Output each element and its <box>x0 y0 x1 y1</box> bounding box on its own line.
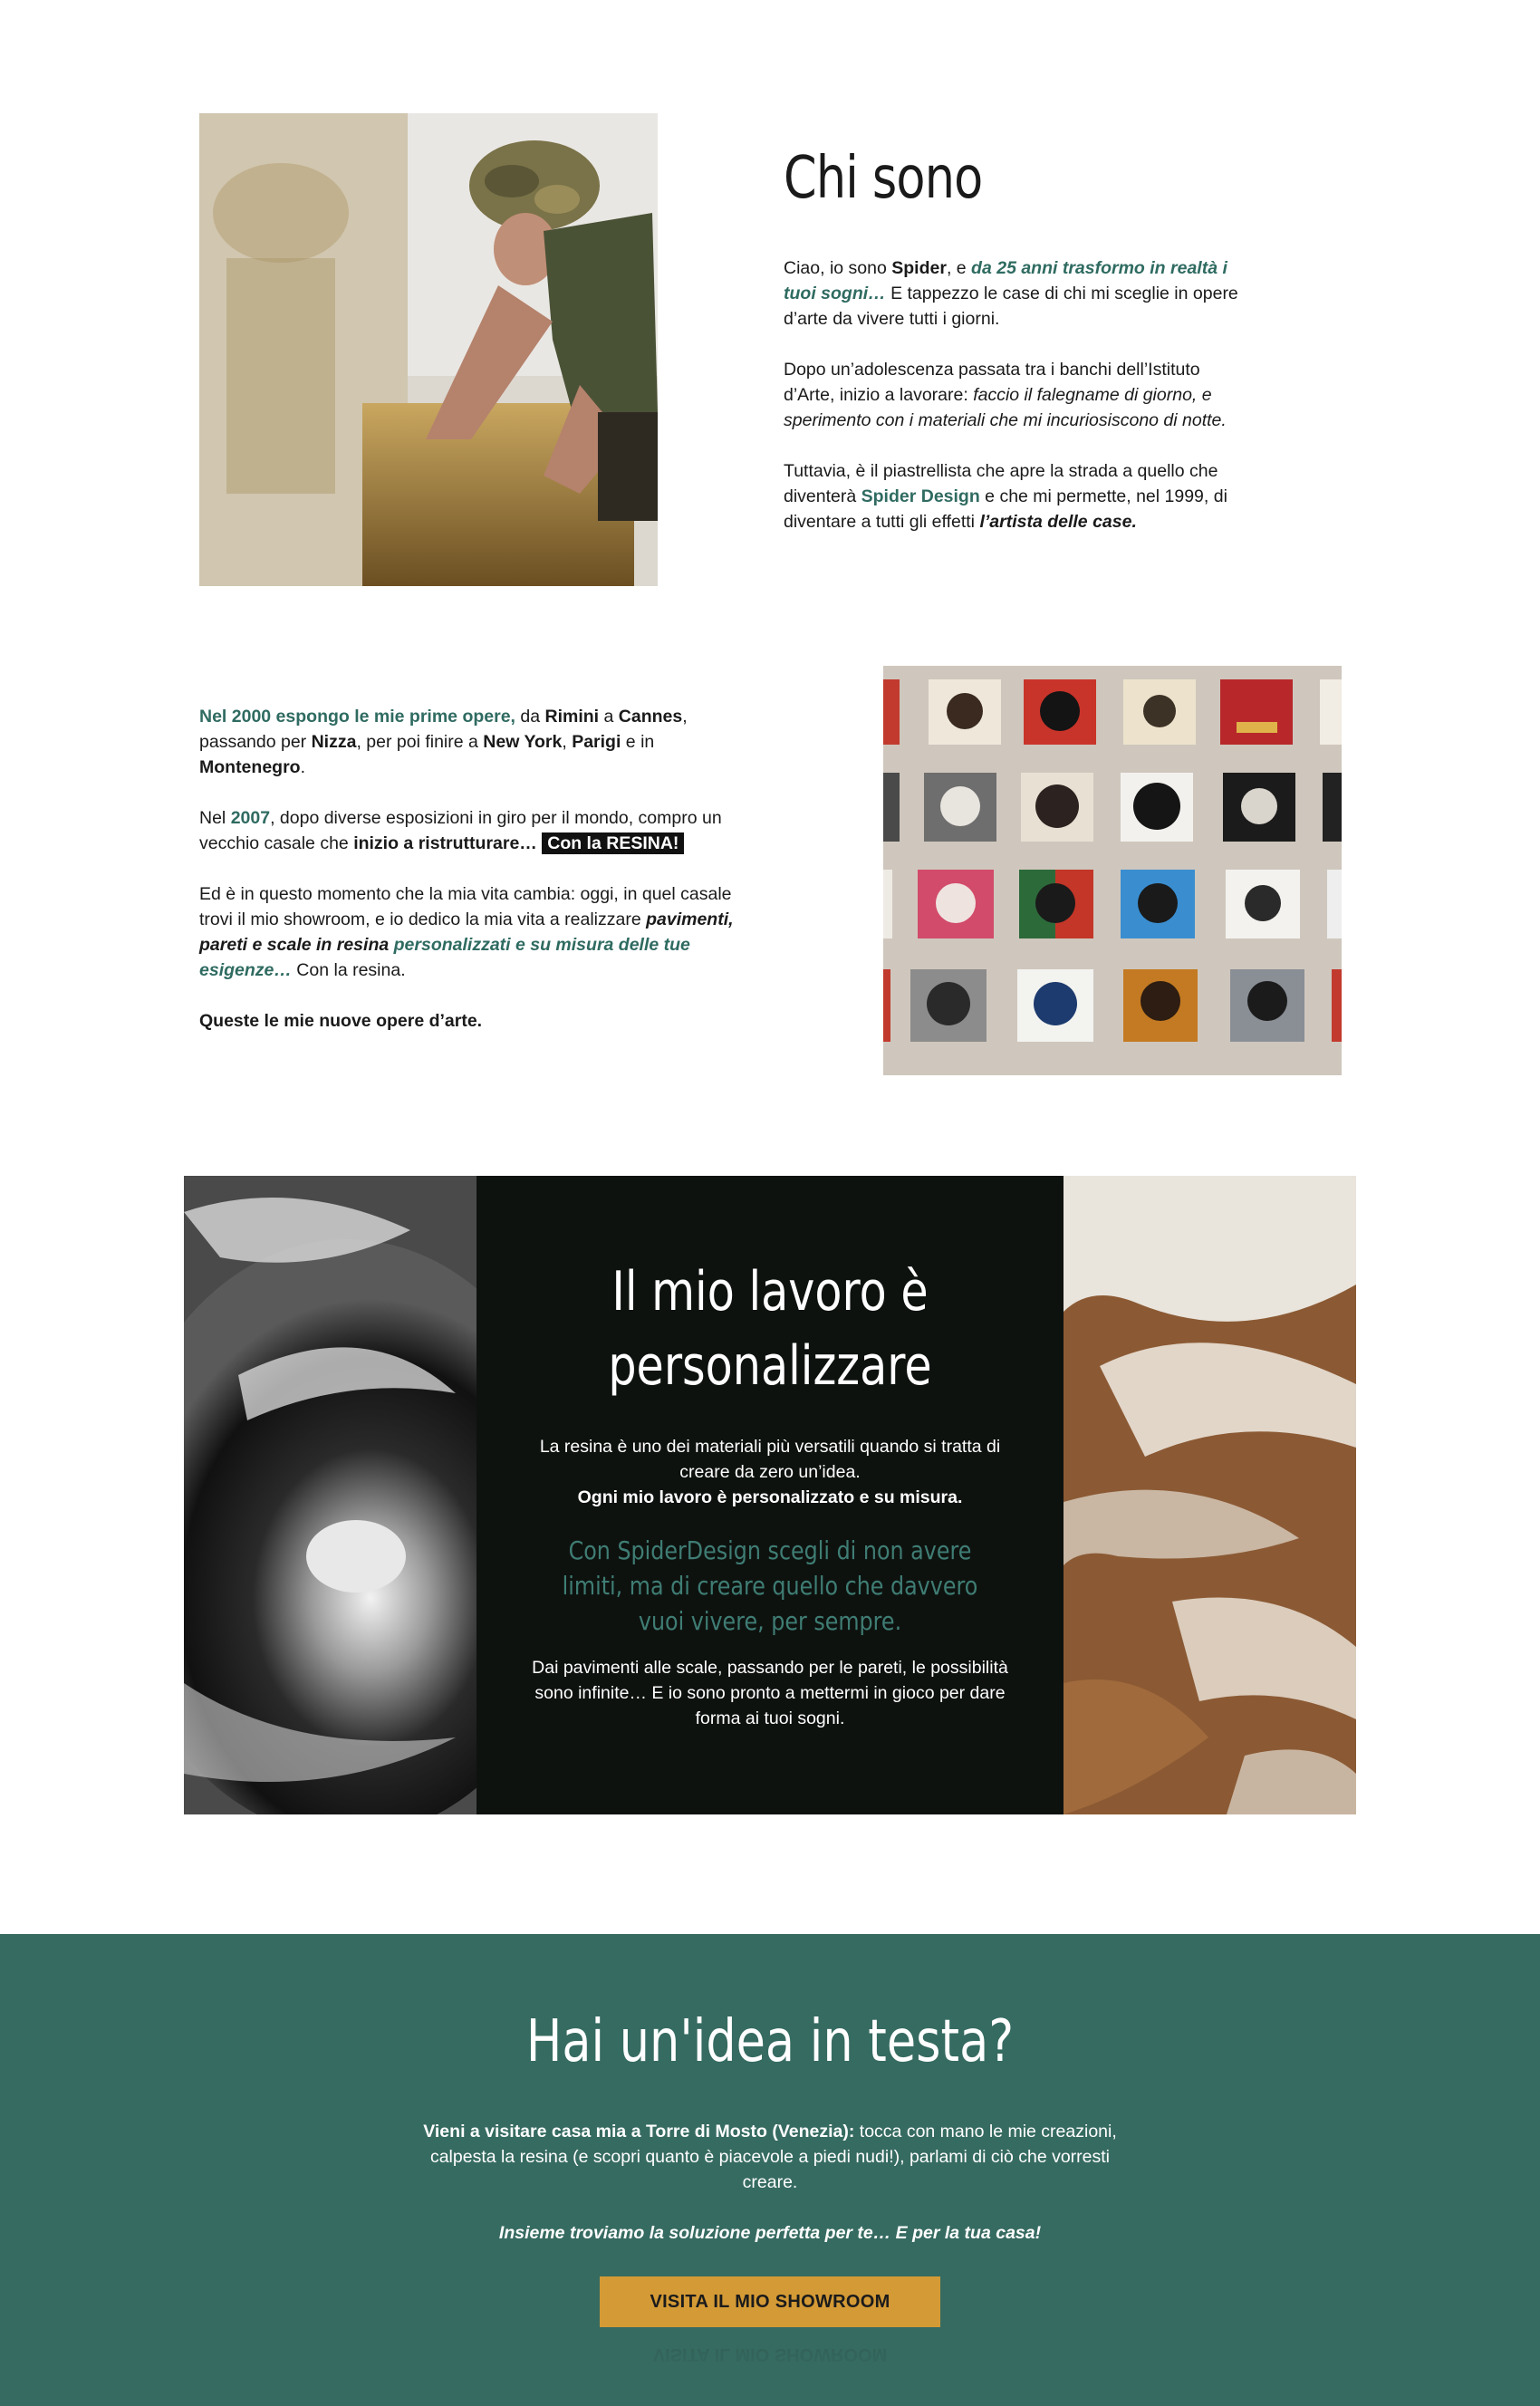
about-career-paragraph: Tuttavia, è il piastrellista che apre la… <box>784 461 1227 532</box>
work-closing-paragraph: Dai pavimenti alle scale, passando per l… <box>532 1658 1008 1728</box>
visit-showroom-button[interactable]: VISITA IL MIO SHOWROOM <box>600 2276 940 2327</box>
cta-visit-paragraph: Vieni a visitare casa mia a Torre di Mos… <box>423 2122 1117 2192</box>
artist-photo <box>199 113 658 586</box>
story-closing-line: Queste le mie nuove opere d’arte. <box>199 1011 483 1031</box>
story-showroom-paragraph: Ed è in questo momento che la mia vita c… <box>199 884 734 980</box>
story-exhibitions-paragraph: Nel 2000 espongo le mie prime opere, da … <box>199 707 688 777</box>
pop-art-tiles-photo <box>883 666 1342 1075</box>
button-reflection: VISITA IL MIO SHOWROOM <box>652 2344 888 2364</box>
work-quote: Con SpiderDesign scegli di non avere lim… <box>562 1535 978 1636</box>
about-intro-paragraph: Ciao, io sono Spider, e da 25 anni trasf… <box>784 258 1238 329</box>
story-house-paragraph: Nel 2007, dopo diverse esposizioni in gi… <box>199 808 722 854</box>
about-background-paragraph: Dopo un’adolescenza passata tra i banchi… <box>784 360 1227 430</box>
resin-highlight: Con la RESINA! <box>542 832 685 854</box>
resin-texture-left <box>184 1176 476 1814</box>
work-intro-paragraph: La resina è uno dei materiali più versat… <box>539 1437 1001 1507</box>
cta-title: Hai un'idea in testa? <box>525 2008 1015 2075</box>
cta-solution-line: Insieme troviamo la soluzione perfetta p… <box>498 2223 1042 2243</box>
work-title: Il mio lavoro è personalizzare <box>608 1260 932 1398</box>
resin-texture-right <box>1064 1176 1356 1814</box>
about-title: Chi sono <box>784 145 983 212</box>
